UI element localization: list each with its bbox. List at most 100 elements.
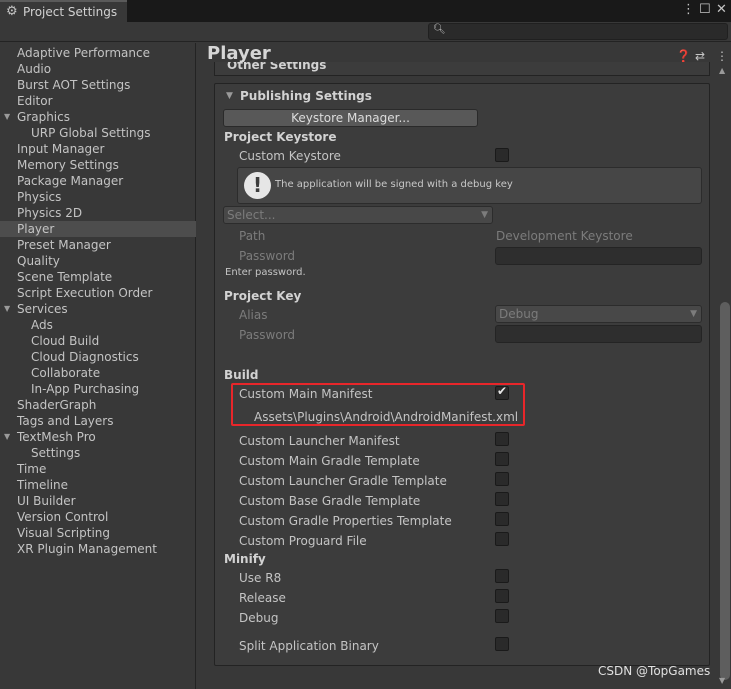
close-icon[interactable]: ✕ xyxy=(716,2,727,17)
presets-icon[interactable]: ⇄ xyxy=(695,49,705,63)
keystore-password-label: Password xyxy=(239,249,296,263)
minify-debug-checkbox[interactable] xyxy=(495,609,509,623)
sidebar-item-burst-aot-settings[interactable]: Burst AOT Settings xyxy=(17,77,130,93)
sidebar-item-in-app-purchasing[interactable]: In-App Purchasing xyxy=(31,381,139,397)
sidebar-item-quality[interactable]: Quality xyxy=(17,253,60,269)
sidebar-item-time[interactable]: Time xyxy=(17,461,46,477)
use-r8-checkbox[interactable] xyxy=(495,569,509,583)
sidebar-item-scene-template[interactable]: Scene Template xyxy=(17,269,112,285)
sidebar-item-ui-builder[interactable]: UI Builder xyxy=(17,493,76,509)
search-icon: 🔍︎ xyxy=(433,24,446,35)
minify-header: Minify xyxy=(224,552,266,566)
sidebar-item-script-execution-order[interactable]: Script Execution Order xyxy=(17,285,152,301)
sidebar-item-preset-manager[interactable]: Preset Manager xyxy=(17,237,111,253)
build-header: Build xyxy=(224,368,259,382)
sidebar-item-editor[interactable]: Editor xyxy=(17,93,53,109)
sidebar-item-audio[interactable]: Audio xyxy=(17,61,51,77)
sidebar-item-textmesh-pro[interactable]: TextMesh Pro xyxy=(17,429,96,445)
sidebar-item-graphics[interactable]: Graphics xyxy=(17,109,70,125)
key-password-field[interactable] xyxy=(495,325,702,343)
sidebar-item-tags-and-layers[interactable]: Tags and Layers xyxy=(17,413,113,429)
sidebar-item-xr-plugin-management[interactable]: XR Plugin Management xyxy=(17,541,157,557)
expand-services-icon[interactable]: ▼ xyxy=(4,304,10,313)
custom-main-gradle-template-label: Custom Main Gradle Template xyxy=(239,454,420,468)
tab-project-settings[interactable]: ⚙ Project Settings xyxy=(0,0,127,22)
split-application-binary-checkbox[interactable] xyxy=(495,637,509,651)
use-r8-label: Use R8 xyxy=(239,571,282,585)
custom-main-gradle-template-checkbox[interactable] xyxy=(495,452,509,466)
sidebar-item-memory-settings[interactable]: Memory Settings xyxy=(17,157,119,173)
tab-label: Project Settings xyxy=(23,5,118,19)
sidebar-item-player[interactable]: Player xyxy=(0,221,196,237)
search-input[interactable]: 🔍︎ xyxy=(428,23,728,40)
sidebar-item-adaptive-performance[interactable]: Adaptive Performance xyxy=(17,45,150,61)
scrollbar-thumb[interactable] xyxy=(720,302,730,680)
custom-proguard-file-label: Custom Proguard File xyxy=(239,534,367,548)
custom-keystore-checkbox[interactable] xyxy=(495,148,509,162)
sidebar-item-input-manager[interactable]: Input Manager xyxy=(17,141,105,157)
maximize-icon[interactable]: ☐ xyxy=(699,2,711,17)
project-keystore-header: Project Keystore xyxy=(224,130,337,144)
path-label: Path xyxy=(239,229,266,243)
minify-release-checkbox[interactable] xyxy=(495,589,509,603)
sidebar-item-urp-global-settings[interactable]: URP Global Settings xyxy=(31,125,150,141)
keystore-select-dropdown[interactable]: Select... ▼ xyxy=(223,206,493,224)
custom-proguard-file-checkbox[interactable] xyxy=(495,532,509,546)
highlight-box xyxy=(231,383,525,426)
watermark: CSDN @TopGames xyxy=(598,664,711,678)
project-key-header: Project Key xyxy=(224,289,302,303)
sidebar-item-shadergraph[interactable]: ShaderGraph xyxy=(17,397,96,413)
help-box: ! The application will be signed with a … xyxy=(237,167,702,204)
keystore-manager-button[interactable]: Keystore Manager... xyxy=(223,109,478,127)
alias-value: Debug xyxy=(499,307,539,321)
other-settings-section: Other Settings xyxy=(214,62,710,76)
page-title: Player xyxy=(207,43,271,64)
custom-base-gradle-template-label: Custom Base Gradle Template xyxy=(239,494,421,508)
custom-base-gradle-template-checkbox[interactable] xyxy=(495,492,509,506)
custom-launcher-gradle-template-label: Custom Launcher Gradle Template xyxy=(239,474,447,488)
chevron-down-icon: ▼ xyxy=(690,309,697,319)
scroll-up-icon[interactable]: ▲ xyxy=(719,66,725,75)
sidebar-item-cloud-build[interactable]: Cloud Build xyxy=(31,333,99,349)
more-options-icon[interactable]: ⋮ xyxy=(682,2,695,17)
alias-label: Alias xyxy=(239,308,268,322)
custom-gradle-properties-template-checkbox[interactable] xyxy=(495,512,509,526)
help-message: The application will be signed with a de… xyxy=(275,179,513,190)
custom-keystore-label: Custom Keystore xyxy=(239,149,341,163)
enter-password-hint: Enter password. xyxy=(225,267,306,278)
sidebar-item-services[interactable]: Services xyxy=(17,301,68,317)
publishing-settings-header[interactable]: Publishing Settings xyxy=(240,89,372,103)
more-icon[interactable]: ⋮ xyxy=(716,49,728,63)
sidebar-item-cloud-diagnostics[interactable]: Cloud Diagnostics xyxy=(31,349,139,365)
sidebar-item-package-manager[interactable]: Package Manager xyxy=(17,173,123,189)
scroll-down-icon[interactable]: ▼ xyxy=(719,676,725,685)
expand-graphics-icon[interactable]: ▼ xyxy=(4,112,10,121)
info-icon: ! xyxy=(244,172,271,199)
custom-gradle-properties-template-label: Custom Gradle Properties Template xyxy=(239,514,452,528)
split-application-binary-label: Split Application Binary xyxy=(239,639,379,653)
key-password-label: Password xyxy=(239,328,296,342)
sidebar-item-physics-2d[interactable]: Physics 2D xyxy=(17,205,82,221)
gear-icon: ⚙ xyxy=(6,4,18,19)
other-settings-header[interactable]: Other Settings xyxy=(227,62,326,72)
alias-dropdown[interactable]: Debug ▼ xyxy=(495,305,702,323)
path-value: Development Keystore xyxy=(496,229,633,243)
sidebar-item-collaborate[interactable]: Collaborate xyxy=(31,365,100,381)
custom-launcher-manifest-checkbox[interactable] xyxy=(495,432,509,446)
sidebar-item-version-control[interactable]: Version Control xyxy=(17,509,108,525)
sidebar-item-visual-scripting[interactable]: Visual Scripting xyxy=(17,525,110,541)
custom-launcher-manifest-label: Custom Launcher Manifest xyxy=(239,434,400,448)
sidebar-item-physics[interactable]: Physics xyxy=(17,189,61,205)
help-icon[interactable]: ❓ xyxy=(676,49,691,63)
chevron-down-icon: ▼ xyxy=(481,210,488,220)
sidebar-item-timeline[interactable]: Timeline xyxy=(17,477,68,493)
expand-textmesh-pro-icon[interactable]: ▼ xyxy=(4,432,10,441)
sidebar-item-textmesh-settings[interactable]: Settings xyxy=(31,445,80,461)
sidebar-item-ads[interactable]: Ads xyxy=(31,317,53,333)
minify-release-label: Release xyxy=(239,591,286,605)
collapse-publishing-icon[interactable]: ▼ xyxy=(226,91,233,101)
custom-launcher-gradle-template-checkbox[interactable] xyxy=(495,472,509,486)
keystore-select-value: Select... xyxy=(227,208,276,222)
keystore-password-field[interactable] xyxy=(495,247,702,265)
minify-debug-label: Debug xyxy=(239,611,279,625)
